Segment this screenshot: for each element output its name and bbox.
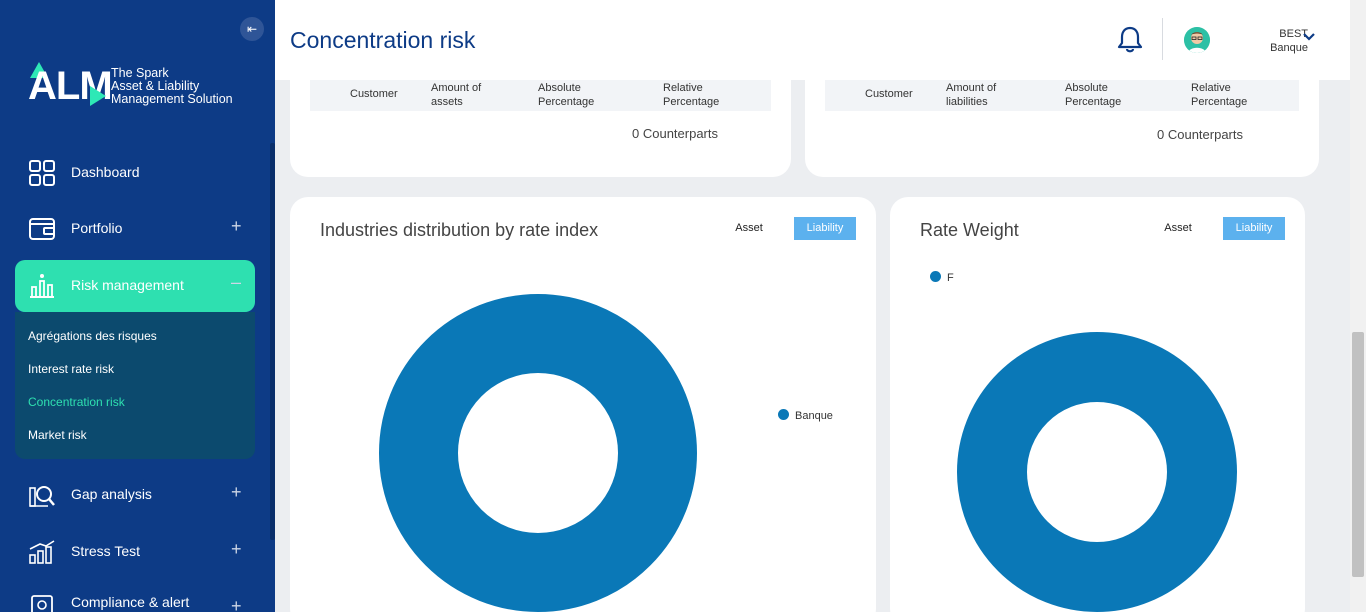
column-header[interactable]: Relative Percentage	[663, 81, 743, 109]
sidebar-item-compliance-alert[interactable]: Compliance & alert +	[15, 578, 255, 612]
column-header[interactable]: Amount of assets	[431, 81, 501, 109]
liabilities-table-card: Customer Amount of liabilities Absolute …	[805, 60, 1319, 177]
scrollbar-thumb[interactable]	[1352, 332, 1364, 577]
logo-tagline: The Spark Asset & Liability Management S…	[111, 66, 233, 106]
donut-slice-f[interactable]	[957, 332, 1237, 612]
expand-plus-icon[interactable]: +	[231, 482, 242, 503]
submenu-item-concentration-risk[interactable]: Concentration risk	[28, 395, 125, 409]
expand-plus-icon[interactable]: +	[231, 539, 242, 560]
sidebar-item-label: Compliance & alert	[71, 594, 190, 610]
page-title: Concentration risk	[290, 27, 476, 53]
arrow-left-icon[interactable]: ⇤	[240, 17, 264, 41]
header-divider	[1162, 18, 1163, 60]
sidebar-item-label: Risk management	[71, 277, 184, 293]
sidebar-item-stress-test[interactable]: Stress Test +	[15, 526, 255, 578]
gap-analysis-icon	[29, 486, 55, 507]
sidebar-item-label: Dashboard	[71, 164, 140, 180]
column-header[interactable]: Customer	[350, 87, 398, 101]
industries-chart-card: Industries distribution by rate index As…	[290, 197, 876, 612]
industries-donut-chart	[379, 294, 697, 612]
assets-table-card: Customer Amount of assets Absolute Perce…	[290, 60, 791, 177]
user-name[interactable]: BEST Banque	[1260, 27, 1308, 55]
chart-legend[interactable]: Banque	[778, 409, 833, 422]
sidebar-item-label: Stress Test	[71, 543, 140, 559]
counterparts-count: 0 Counterparts	[1157, 127, 1243, 142]
app-logo[interactable]: ALM The Spark Asset & Liability Manageme…	[28, 62, 258, 112]
sidebar-item-label: Portfolio	[71, 220, 123, 236]
wallet-icon	[29, 218, 55, 240]
user-avatar-icon	[1184, 27, 1210, 53]
logo-play-icon	[90, 86, 106, 106]
bell-icon[interactable]	[1117, 25, 1143, 53]
donut-slice-banque[interactable]	[379, 294, 697, 612]
submenu-item-interest-rate-risk[interactable]: Interest rate risk	[28, 362, 114, 376]
sidebar-item-risk-management[interactable]: Risk management –	[15, 260, 255, 312]
rate-weight-donut-chart	[957, 332, 1237, 612]
stress-test-icon	[29, 540, 55, 564]
sidebar-item-label: Gap analysis	[71, 486, 152, 502]
avatar[interactable]	[1184, 27, 1210, 53]
column-header[interactable]: Relative Percentage	[1191, 81, 1271, 109]
sidebar-item-dashboard[interactable]: Dashboard	[15, 147, 255, 199]
column-header[interactable]: Absolute Percentage	[538, 81, 618, 109]
rate-weight-chart-card: Rate Weight Asset Liability F	[890, 197, 1305, 612]
page-scrollbar[interactable]	[1350, 0, 1366, 612]
risk-submenu: Agrégations des risques Interest rate ri…	[15, 312, 255, 459]
column-header[interactable]: Customer	[865, 87, 913, 101]
legend-label: Banque	[795, 410, 833, 422]
sidebar-item-portfolio[interactable]: Portfolio +	[15, 203, 255, 255]
collapse-minus-icon[interactable]: –	[231, 272, 241, 293]
column-header[interactable]: Absolute Percentage	[1065, 81, 1145, 109]
sidebar-scrollbar[interactable]	[270, 143, 275, 540]
compliance-icon	[31, 595, 53, 612]
dashboard-icon	[29, 160, 55, 186]
sidebar: ⇤ ALM The Spark Asset & Liability Manage…	[0, 0, 275, 612]
submenu-item-market-risk[interactable]: Market risk	[28, 428, 87, 442]
expand-plus-icon[interactable]: +	[231, 216, 242, 237]
chevron-down-icon[interactable]	[1302, 32, 1316, 42]
counterparts-count: 0 Counterparts	[632, 126, 718, 141]
risk-chart-icon	[30, 274, 54, 298]
liabilities-table-header: Customer Amount of liabilities Absolute …	[825, 80, 1299, 111]
legend-dot	[778, 409, 789, 420]
sidebar-item-gap-analysis[interactable]: Gap analysis +	[15, 469, 255, 521]
column-header[interactable]: Amount of liabilities	[946, 81, 1026, 109]
assets-table-header: Customer Amount of assets Absolute Perce…	[310, 80, 771, 111]
submenu-item-risk-aggregation[interactable]: Agrégations des risques	[28, 329, 157, 343]
expand-plus-icon[interactable]: +	[231, 596, 242, 612]
